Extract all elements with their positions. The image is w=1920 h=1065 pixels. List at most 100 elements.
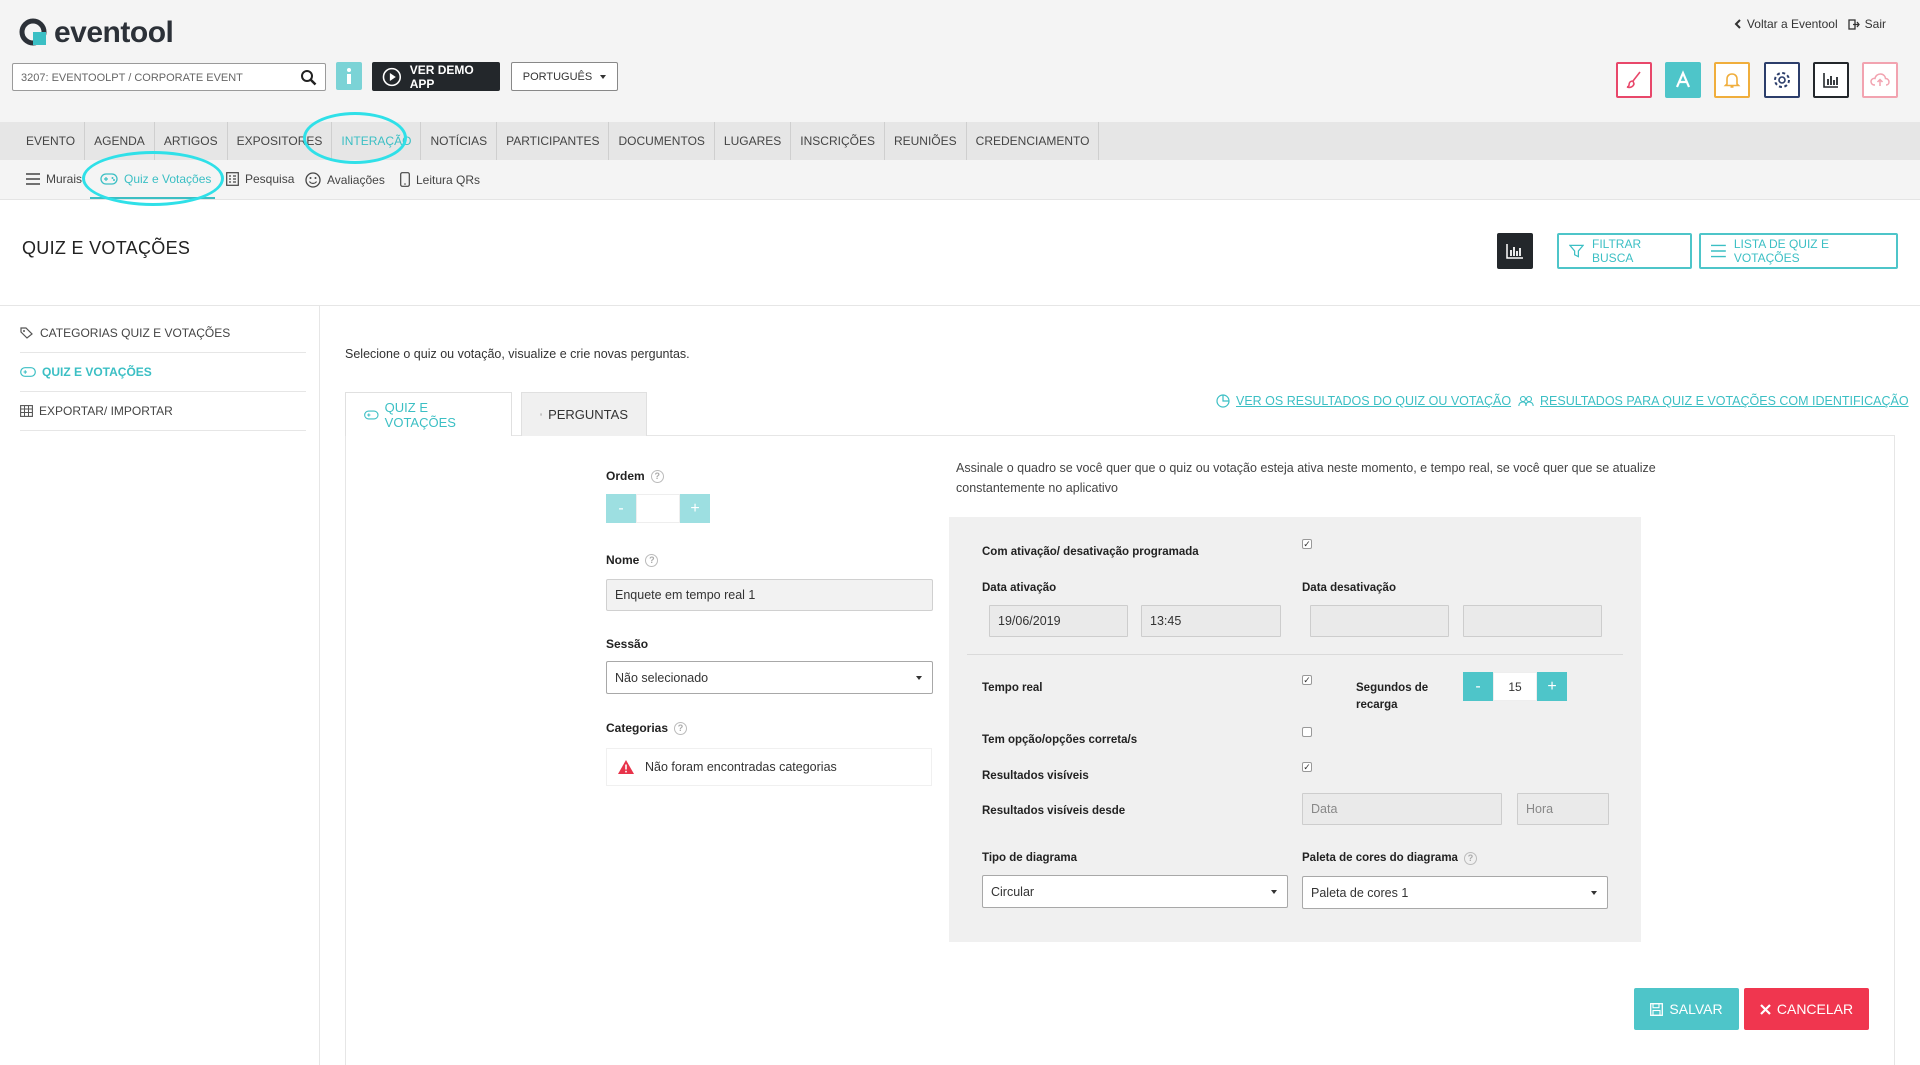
- identified-results-link[interactable]: RESULTADOS PARA QUIZ E VOTAÇÕES COM IDEN…: [1518, 394, 1909, 408]
- quiz-list-label: LISTA DE QUIZ E VOTAÇÕES: [1733, 237, 1829, 265]
- palette-select[interactable]: Paleta de cores 1: [1302, 876, 1608, 909]
- order-increment-button[interactable]: +: [680, 494, 710, 523]
- diagram-type-value: Circular: [991, 885, 1035, 899]
- nav-item-lugares[interactable]: LUGARES: [715, 122, 792, 160]
- back-link[interactable]: Voltar a Eventool: [1734, 17, 1838, 31]
- deactivation-label: Data desativação: [1302, 582, 1396, 594]
- subnav-item-avaliacoes[interactable]: Avaliações: [305, 172, 385, 188]
- statistics-button[interactable]: [1813, 62, 1849, 98]
- publish-button[interactable]: [1862, 62, 1898, 98]
- language-value: PORTUGUÊS: [522, 70, 593, 83]
- deactivation-date-input[interactable]: [1310, 605, 1449, 637]
- quiz-list-button[interactable]: LISTA DE QUIZ E VOTAÇÕES: [1699, 233, 1898, 269]
- design-tool-button[interactable]: [1616, 62, 1652, 98]
- nav-item-noticias[interactable]: NOTÍCIAS: [421, 122, 498, 160]
- reload-increment-button[interactable]: +: [1537, 672, 1567, 701]
- event-selector-input[interactable]: 3207: EVENTOOLPT / CORPORATE EVENT: [12, 63, 326, 91]
- name-label: Nome ?: [606, 553, 659, 567]
- mobile-icon: [400, 172, 410, 187]
- gamepad-icon: [20, 367, 36, 377]
- close-icon: [1760, 1003, 1771, 1015]
- sidebar-item-export[interactable]: EXPORTAR/ IMPORTAR: [20, 392, 306, 431]
- reload-seconds-value[interactable]: 15: [1493, 672, 1537, 701]
- intro-text: Selecione o quiz ou votação, visualize e…: [345, 347, 690, 361]
- activation-date-input[interactable]: 19/06/2019: [989, 605, 1128, 637]
- realtime-label: Tempo real: [982, 682, 1043, 694]
- sidebar: CATEGORIAS QUIZ E VOTAÇÕES QUIZ E VOTAÇÕ…: [0, 306, 320, 1065]
- main-nav: EVENTO AGENDA ARTIGOS EXPOSITORES INTERA…: [0, 122, 1920, 160]
- order-decrement-button[interactable]: -: [606, 494, 636, 523]
- results-visible-date-input[interactable]: Data: [1302, 793, 1502, 825]
- nav-item-credenciamento[interactable]: CREDENCIAMENTO: [967, 122, 1100, 160]
- results-visible-checkbox[interactable]: ✓: [1302, 762, 1312, 772]
- help-icon[interactable]: ?: [650, 469, 664, 483]
- sidebar-item-quiz[interactable]: QUIZ E VOTAÇÕES: [20, 353, 306, 392]
- tab-label-perguntas: PERGUNTAS: [548, 407, 628, 422]
- nav-item-inscricoes[interactable]: INSCRIÇÕES: [791, 122, 885, 160]
- correct-options-checkbox[interactable]: [1302, 727, 1312, 737]
- font-tool-button[interactable]: [1665, 62, 1701, 98]
- diagram-type-select[interactable]: Circular: [982, 875, 1288, 908]
- settings-help-text: Assinale o quadro se você quer que o qui…: [956, 461, 1656, 495]
- palette-label-text: Paleta de cores do diagrama: [1302, 852, 1458, 864]
- reload-decrement-button[interactable]: -: [1463, 672, 1493, 701]
- categories-label-text: Categorias: [606, 721, 669, 735]
- session-select[interactable]: Não selecionado: [606, 661, 933, 694]
- notifications-button[interactable]: [1714, 62, 1750, 98]
- users-icon: [1518, 395, 1534, 407]
- tab-label-quiz: QUIZ E VOTAÇÕES: [384, 399, 456, 430]
- language-dropdown[interactable]: PORTUGUÊS: [511, 62, 618, 91]
- smile-icon: [305, 172, 321, 188]
- filter-search-button[interactable]: FILTRAR BUSCA: [1557, 233, 1692, 269]
- warning-icon: [618, 760, 634, 774]
- chart-icon: [1823, 73, 1838, 88]
- tab-perguntas[interactable]: PERGUNTAS: [521, 392, 647, 436]
- back-link-label: Voltar a Eventool: [1746, 17, 1838, 31]
- search-icon[interactable]: [300, 69, 317, 86]
- session-select-value: Não selecionado: [615, 671, 709, 685]
- caret-down-icon: [600, 74, 607, 79]
- help-icon[interactable]: ?: [645, 553, 659, 567]
- view-results-link[interactable]: VER OS RESULTADOS DO QUIZ OU VOTAÇÃO: [1216, 394, 1511, 408]
- results-visible-time-input[interactable]: Hora: [1517, 793, 1609, 825]
- sidebar-item-categories[interactable]: CATEGORIAS QUIZ E VOTAÇÕES: [20, 314, 306, 353]
- info-button[interactable]: [336, 62, 362, 90]
- nav-item-evento[interactable]: EVENTO: [17, 122, 86, 160]
- logout-link[interactable]: Sair: [1848, 17, 1886, 31]
- activation-time-input[interactable]: 13:45: [1141, 605, 1281, 637]
- save-button[interactable]: SALVAR: [1634, 988, 1739, 1030]
- subnav-item-murais[interactable]: Murais: [26, 172, 82, 186]
- sub-nav: Murais Quiz e Votações Pesquisa Avaliaçõ…: [0, 160, 1920, 200]
- name-input[interactable]: Enquete em tempo real 1: [606, 579, 933, 611]
- logout-icon: [1848, 18, 1860, 30]
- scheduled-checkbox[interactable]: ✓: [1302, 539, 1312, 549]
- highlight-ring-quiz: [82, 151, 224, 206]
- realtime-checkbox[interactable]: ✓: [1302, 675, 1312, 685]
- nav-item-reunioes[interactable]: REUNIÕES: [885, 122, 967, 160]
- help-icon[interactable]: ?: [1463, 852, 1477, 865]
- order-value[interactable]: [636, 494, 680, 523]
- cancel-button[interactable]: CANCELAR: [1744, 988, 1869, 1030]
- logo[interactable]: eventool: [18, 16, 174, 50]
- order-label-text: Ordem: [606, 469, 645, 483]
- help-icon[interactable]: ?: [674, 721, 688, 735]
- info-icon: [347, 68, 351, 84]
- bell-icon: [1723, 73, 1741, 88]
- demo-app-button[interactable]: VER DEMO APP: [372, 62, 500, 91]
- tags-icon: [20, 327, 33, 339]
- brand-name: eventool: [54, 16, 174, 49]
- subnav-item-pesquisa[interactable]: Pesquisa: [226, 172, 294, 186]
- results-visible-since-label: Resultados visíveis desde: [982, 805, 1126, 817]
- settings-button[interactable]: [1764, 62, 1800, 98]
- palette-value: Paleta de cores 1: [1311, 886, 1409, 900]
- sidebar-label-categories: CATEGORIAS QUIZ E VOTAÇÕES: [40, 326, 231, 340]
- nav-item-participantes[interactable]: PARTICIPANTES: [497, 122, 610, 160]
- deactivation-time-input[interactable]: [1463, 605, 1602, 637]
- tab-quiz-votacoes[interactable]: QUIZ E VOTAÇÕES: [345, 392, 512, 436]
- nav-item-documentos[interactable]: DOCUMENTOS: [609, 122, 715, 160]
- statistics-view-button[interactable]: [1497, 233, 1533, 269]
- subnav-item-leitura-qrs[interactable]: Leitura QRs: [400, 172, 480, 187]
- play-icon: [382, 67, 402, 86]
- view-results-label: VER OS RESULTADOS DO QUIZ OU VOTAÇÃO: [1236, 394, 1512, 408]
- demo-app-label: VER DEMO APP: [409, 62, 474, 91]
